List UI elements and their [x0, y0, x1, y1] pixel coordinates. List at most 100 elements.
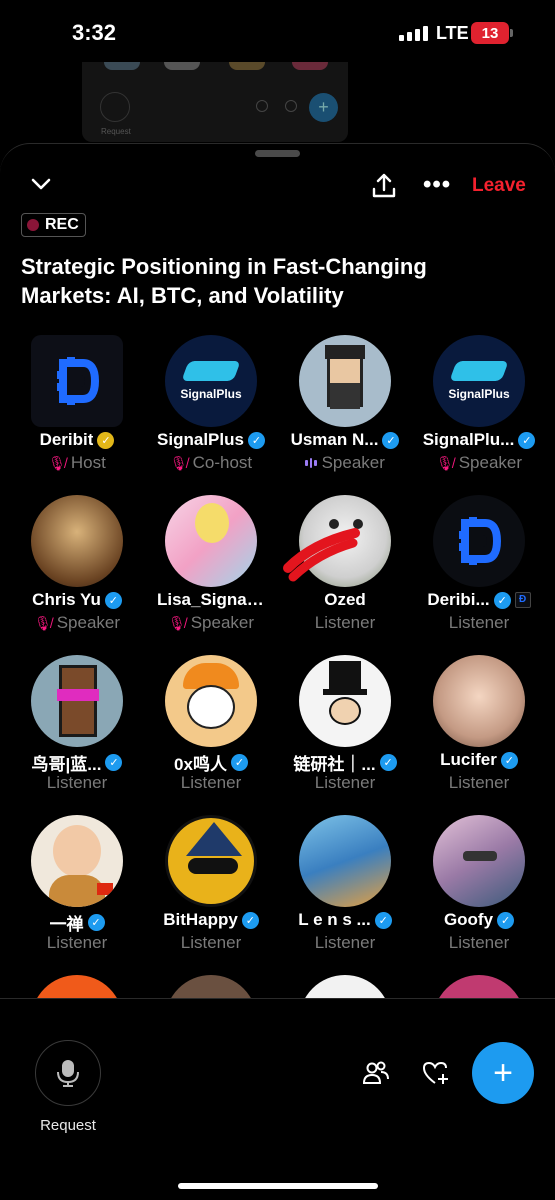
- participant-card[interactable]: 链研社｜... ✓ Listener: [278, 655, 412, 805]
- participant-role: Speaker: [321, 453, 385, 472]
- verified-badge-icon: ✓: [230, 754, 248, 771]
- flag-icon: [97, 883, 113, 895]
- top-hat-icon: [329, 661, 361, 691]
- participant-name: SignalPlu...: [422, 430, 515, 449]
- wizard-hat-icon: [186, 822, 242, 856]
- participant-card[interactable]: BitHappy ✓ Listener: [144, 815, 278, 965]
- participant-card[interactable]: L e n s ... ✓ Listener: [278, 815, 412, 965]
- status-time: 3:32: [72, 20, 117, 45]
- participant-role: Listener: [46, 773, 108, 792]
- participant-name: Ozed: [324, 590, 366, 609]
- more-options-icon[interactable]: •••: [423, 173, 451, 197]
- pixel-face: [59, 665, 97, 737]
- network-type: LTE: [436, 23, 469, 43]
- background-people-icon: [256, 100, 268, 112]
- speaking-icon: [305, 458, 317, 468]
- deribit-logo-icon: [57, 357, 100, 405]
- collapse-chevron-icon[interactable]: [30, 176, 52, 197]
- participant-card[interactable]: Deribit ✓ 🎙︎̸ Host: [10, 335, 144, 485]
- mic-off-icon: 🎙︎̸: [33, 614, 52, 631]
- background-plus-icon: +: [309, 93, 338, 122]
- participant-card[interactable]: 一禅 ✓ Listener: [10, 815, 144, 965]
- participant-card[interactable]: Lucifer ✓ Listener: [412, 655, 546, 805]
- avatar: [165, 655, 257, 747]
- react-heart-icon[interactable]: [422, 1060, 450, 1091]
- signalplus-logo-icon: [181, 361, 241, 381]
- recording-label: REC: [45, 216, 79, 233]
- mic-off-icon: 🎙︎̸: [48, 454, 66, 471]
- space-title: Strategic Positioning in Fast-Changing M…: [21, 254, 427, 308]
- avatar-partial: [433, 975, 525, 998]
- avatar: SignalPlus: [165, 335, 257, 427]
- avatar-hair: [195, 503, 229, 543]
- affiliate-badge-icon: Ð: [514, 592, 531, 608]
- avatar: [31, 335, 123, 427]
- background-heart-icon: [285, 100, 297, 112]
- avatar: [433, 495, 525, 587]
- verified-badge-icon: ✓: [500, 751, 518, 769]
- participant-name: Deribit: [39, 430, 94, 449]
- participant-name: 0x鸣人: [174, 755, 227, 774]
- mic-off-icon: 🎙︎̸: [169, 454, 188, 471]
- participant-role: Listener: [314, 933, 376, 952]
- signalplus-logo-icon: [449, 361, 509, 381]
- participant-card[interactable]: Lisa_Signal... 🎙︎̸ Speaker: [144, 495, 278, 645]
- verified-badge-icon: ✓: [87, 914, 105, 931]
- avatar: [299, 655, 391, 747]
- battery-icon: 13: [471, 22, 509, 44]
- add-button[interactable]: +: [472, 1042, 534, 1104]
- avatar-face: [329, 697, 361, 725]
- verified-badge-icon: ✓: [497, 911, 515, 929]
- verified-badge-icon: ✓: [379, 754, 397, 771]
- participant-name: Usman N...: [290, 430, 379, 449]
- recording-dot-icon: [27, 219, 39, 231]
- participant-role: Listener: [46, 933, 108, 952]
- participant-card[interactable]: SignalPlus SignalPlu... ✓ 🎙︎̸ Speaker: [412, 335, 546, 485]
- participant-name: 鸟哥|蓝...: [31, 755, 102, 774]
- people-icon[interactable]: [362, 1060, 390, 1091]
- battery-level: 13: [481, 24, 499, 42]
- participant-role: Listener: [180, 933, 242, 952]
- request-mic-button[interactable]: [35, 1040, 101, 1106]
- participant-role: Listener: [314, 773, 376, 792]
- home-indicator: [178, 1183, 378, 1189]
- participant-role: Listener: [448, 613, 510, 632]
- background-request-label: Request: [101, 127, 131, 136]
- participant-card[interactable]: Goofy ✓ Listener: [412, 815, 546, 965]
- sheet-grabber[interactable]: [255, 150, 300, 157]
- participant-name: Goofy: [443, 910, 494, 929]
- participant-card[interactable]: Deribi... ✓ Ð Listener: [412, 495, 546, 645]
- avatar: [31, 655, 123, 747]
- avatar-partial: [31, 975, 123, 998]
- participant-name: Chris Yu: [32, 590, 101, 609]
- pixel-beard: [330, 383, 360, 409]
- pixel-hair: [325, 345, 365, 359]
- top-hat-brim: [323, 689, 367, 695]
- red-scribble-icon: [283, 528, 360, 582]
- participant-role: Speaker: [458, 453, 523, 472]
- verified-badge-icon: ✓: [241, 911, 259, 929]
- participant-role: Host: [70, 453, 106, 472]
- participant-card[interactable]: 鸟哥|蓝... ✓ Listener: [10, 655, 144, 805]
- avatar: SignalPlus: [433, 335, 525, 427]
- participant-card[interactable]: Usman N... ✓ Speaker: [278, 335, 412, 485]
- microphone-icon: [57, 1060, 79, 1087]
- leave-button[interactable]: Leave: [472, 175, 526, 197]
- participant-card[interactable]: Chris Yu ✓ 🎙︎̸ Speaker: [10, 495, 144, 645]
- participant-name: 一禅: [49, 915, 84, 934]
- avatar: [165, 495, 257, 587]
- participant-role: Speaker: [190, 613, 255, 632]
- verified-badge-icon: ✓: [518, 431, 536, 449]
- share-icon[interactable]: [370, 172, 398, 205]
- participant-card[interactable]: 0x鸣人 ✓ Listener: [144, 655, 278, 805]
- mic-off-icon: 🎙︎̸: [435, 454, 454, 471]
- participant-role: Listener: [314, 613, 376, 632]
- status-bar: 3:32 LTE 13: [0, 0, 555, 64]
- participant-card[interactable]: SignalPlus SignalPlus ✓ 🎙︎̸ Co-host: [144, 335, 278, 485]
- verified-badge-icon: ✓: [97, 431, 115, 449]
- participant-card[interactable]: Ozed Listener: [278, 495, 412, 645]
- participant-name: Lisa_Signal...: [157, 590, 265, 609]
- participant-name: L e n s ...: [298, 910, 371, 929]
- background-avatar: [164, 62, 200, 70]
- pixel-glasses: [57, 689, 99, 701]
